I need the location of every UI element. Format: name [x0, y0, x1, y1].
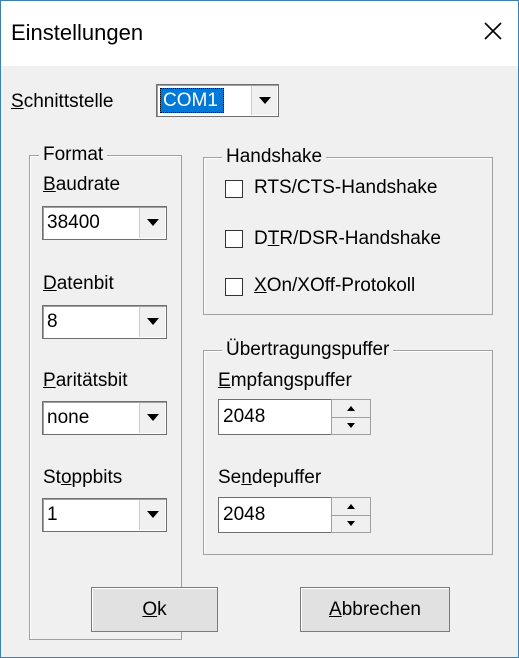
chevron-up-icon [347, 406, 355, 411]
ok-button-label: Ok [142, 598, 167, 620]
chevron-down-icon [347, 521, 355, 526]
rts-cts-checkbox[interactable] [225, 180, 243, 198]
chevron-up-icon [347, 504, 355, 509]
chevron-down-icon [146, 318, 159, 325]
empfangspuffer-spinner [331, 399, 371, 435]
dtr-dsr-label: DTR/DSR-Handshake [254, 228, 441, 249]
close-icon [484, 22, 502, 40]
interface-label: Schnittstelle [11, 91, 114, 112]
paritaetsbit-label: Paritätsbit [43, 370, 128, 391]
interface-dropdown-button[interactable] [251, 86, 277, 115]
chevron-down-icon [258, 96, 271, 104]
stoppbits-label: Stoppbits [43, 467, 123, 488]
chevron-down-icon [146, 219, 159, 226]
handshake-group-title: Handshake [222, 146, 327, 168]
stoppbits-value: 1 [47, 504, 58, 525]
paritaetsbit-combobox[interactable]: none [42, 401, 167, 435]
sendepuffer-value: 2048 [223, 504, 266, 525]
baudrate-label: Baudrate [43, 174, 121, 195]
chevron-down-icon [146, 511, 159, 518]
stoppbits-dropdown-button[interactable] [139, 500, 165, 530]
empfangspuffer-value: 2048 [223, 406, 266, 427]
datenbit-label: Datenbit [43, 273, 114, 294]
sendepuffer-label: Sendepuffer [218, 467, 322, 488]
baudrate-dropdown-button[interactable] [139, 208, 165, 238]
xon-xoff-label: XOn/XOff-Protokoll [254, 275, 416, 296]
sendepuffer-input[interactable]: 2048 [218, 497, 333, 533]
sendepuffer-decrement-button[interactable] [332, 515, 370, 532]
window-title: Einstellungen [11, 20, 144, 45]
format-group-title: Format [39, 144, 108, 166]
baudrate-combobox[interactable]: 38400 [42, 206, 167, 240]
paritaetsbit-value: none [47, 407, 90, 428]
dtr-dsr-checkbox[interactable] [225, 230, 243, 248]
cancel-button-label: Abbrechen [329, 598, 421, 620]
buffer-group-title: Übertragungspuffer [222, 339, 394, 361]
ok-button[interactable]: Ok [91, 587, 218, 632]
datenbit-value: 8 [47, 311, 58, 332]
rts-cts-label: RTS/CTS-Handshake [254, 177, 438, 198]
datenbit-combobox[interactable]: 8 [42, 305, 167, 339]
xon-xoff-checkbox[interactable] [225, 278, 243, 296]
interface-value: COM1 [163, 89, 218, 111]
sendepuffer-increment-button[interactable] [332, 498, 370, 516]
cancel-button[interactable]: Abbrechen [300, 587, 450, 632]
baudrate-value: 38400 [47, 212, 100, 233]
empfangspuffer-label: Empfangspuffer [218, 370, 352, 391]
close-button[interactable] [478, 16, 508, 46]
empfangspuffer-input[interactable]: 2048 [218, 399, 333, 435]
paritaetsbit-dropdown-button[interactable] [139, 403, 165, 433]
empfangspuffer-increment-button[interactable] [332, 400, 370, 418]
chevron-down-icon [146, 414, 159, 421]
interface-combobox[interactable]: COM1 [156, 84, 279, 117]
sendepuffer-spinner [331, 497, 371, 533]
empfangspuffer-decrement-button[interactable] [332, 417, 370, 434]
datenbit-dropdown-button[interactable] [139, 307, 165, 337]
stoppbits-combobox[interactable]: 1 [42, 498, 167, 532]
chevron-down-icon [347, 423, 355, 428]
